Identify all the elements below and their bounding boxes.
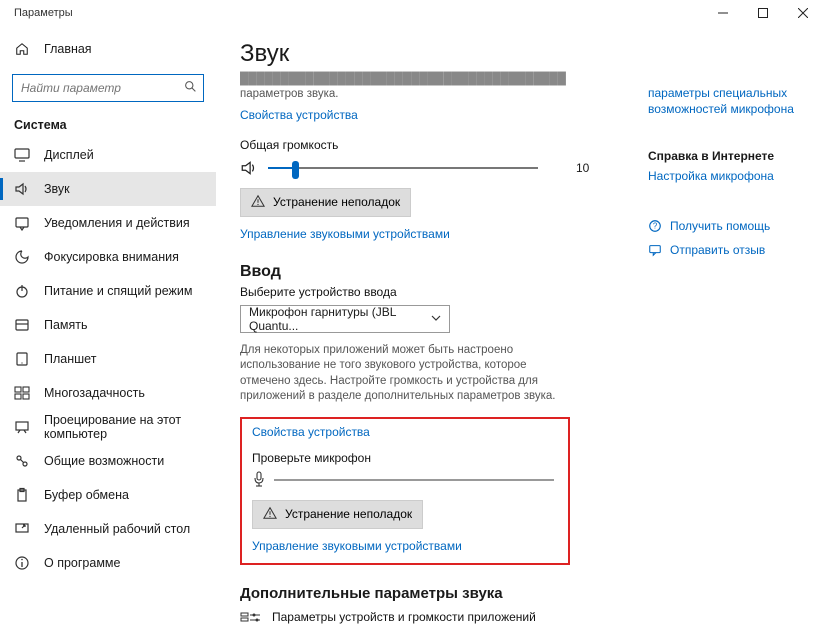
device-properties-link-2[interactable]: Свойства устройства xyxy=(252,425,370,439)
sidebar-item-power[interactable]: Питание и спящий режим xyxy=(0,274,216,308)
svg-text:?: ? xyxy=(653,221,658,230)
sidebar-item-label: Фокусировка внимания xyxy=(44,250,179,264)
focus-icon xyxy=(14,249,30,265)
feedback-link[interactable]: Отправить отзыв xyxy=(648,243,803,257)
volume-value: 10 xyxy=(576,161,589,175)
sidebar-item-label: Питание и спящий режим xyxy=(44,284,192,298)
input-device-selected: Микрофон гарнитуры (JBL Quantu... xyxy=(249,305,431,333)
tablet-icon xyxy=(14,351,30,367)
right-column: параметры специальныхвозможностей микроф… xyxy=(648,86,803,257)
clipped-text: ████████████████████████████████████████… xyxy=(240,72,560,102)
sidebar-item-label: О программе xyxy=(44,556,120,570)
mic-test-row xyxy=(252,471,558,490)
sidebar-item-label: Проецирование на этот компьютер xyxy=(44,413,216,441)
app-volume-icon xyxy=(240,612,262,625)
project-icon xyxy=(14,419,30,435)
warning-icon xyxy=(263,506,277,523)
input-choose-label: Выберите устройство ввода xyxy=(240,285,803,299)
home-label: Главная xyxy=(44,42,92,56)
accessibility-mic-link[interactable]: параметры специальныхвозможностей микроф… xyxy=(648,86,803,117)
sidebar-section-header: Система xyxy=(0,108,216,138)
sidebar-item-label: Звук xyxy=(44,182,70,196)
sidebar-item-label: Дисплей xyxy=(44,148,94,162)
troubleshoot-output-button[interactable]: Устранение неполадок xyxy=(240,188,411,217)
chevron-down-icon xyxy=(431,312,441,326)
content: Звук ███████████████████████████████████… xyxy=(216,26,823,625)
speaker-icon xyxy=(240,159,258,177)
app-volume-title: Параметры устройств и громкости приложен… xyxy=(272,610,552,624)
sidebar: Главная Система Дисплей Звук Уведомления и… xyxy=(0,26,216,625)
manage-sound-devices-link[interactable]: Управление звуковыми устройствами xyxy=(240,227,450,241)
help-icon: ? xyxy=(648,219,662,233)
clipboard-icon xyxy=(14,487,30,503)
power-icon xyxy=(14,283,30,299)
sidebar-item-about[interactable]: О программе xyxy=(0,546,216,580)
sidebar-item-project[interactable]: Проецирование на этот компьютер xyxy=(0,410,216,444)
maximize-icon xyxy=(758,8,768,18)
volume-slider[interactable] xyxy=(268,158,538,178)
sidebar-item-focus[interactable]: Фокусировка внимания xyxy=(0,240,216,274)
window-controls xyxy=(703,0,823,26)
input-note: Для некоторых приложений может быть наст… xyxy=(240,343,560,405)
notify-icon xyxy=(14,215,30,231)
sound-icon xyxy=(14,181,30,197)
sidebar-item-tablet[interactable]: Планшет xyxy=(0,342,216,376)
highlighted-section: Свойства устройства Проверьте микрофон У… xyxy=(240,417,570,565)
multitask-icon xyxy=(14,385,30,401)
help-heading: Справка в Интернете xyxy=(648,149,803,163)
home-icon xyxy=(14,41,30,57)
troubleshoot-input-button[interactable]: Устранение неполадок xyxy=(252,500,423,529)
microphone-icon xyxy=(252,471,266,490)
help-link-mic-setup[interactable]: Настройка микрофона xyxy=(648,169,803,185)
test-mic-label: Проверьте микрофон xyxy=(252,451,558,465)
sidebar-item-notify[interactable]: Уведомления и действия xyxy=(0,206,216,240)
search-input[interactable] xyxy=(19,80,184,96)
minimize-icon xyxy=(718,8,728,18)
sidebar-item-label: Буфер обмена xyxy=(44,488,129,502)
settings-window: Параметры Главная xyxy=(0,0,823,625)
warning-icon xyxy=(251,194,265,211)
maximize-button[interactable] xyxy=(743,0,783,26)
manage-sound-devices-link-2[interactable]: Управление звуковыми устройствами xyxy=(252,539,462,553)
sidebar-item-label: Общие возможности xyxy=(44,454,164,468)
page-title: Звук xyxy=(240,40,803,68)
sidebar-item-label: Многозадачность xyxy=(44,386,145,400)
search-container xyxy=(0,66,216,108)
input-heading: Ввод xyxy=(240,263,803,281)
remote-icon xyxy=(14,521,30,537)
sidebar-item-shared[interactable]: Общие возможности xyxy=(0,444,216,478)
search-icon xyxy=(184,80,197,96)
sidebar-item-display[interactable]: Дисплей xyxy=(0,138,216,172)
feedback-icon xyxy=(648,243,662,257)
advanced-heading: Дополнительные параметры звука xyxy=(240,585,803,602)
minimize-button[interactable] xyxy=(703,0,743,26)
sidebar-item-label: Память xyxy=(44,318,88,332)
window-title: Параметры xyxy=(14,7,73,19)
sidebar-item-label: Планшет xyxy=(44,352,96,366)
shared-icon xyxy=(14,453,30,469)
about-icon xyxy=(14,555,30,571)
close-icon xyxy=(798,8,808,18)
search-box[interactable] xyxy=(12,74,204,102)
storage-icon xyxy=(14,317,30,333)
sidebar-item-label: Удаленный рабочий стол xyxy=(44,522,190,536)
app-volume-item[interactable]: Параметры устройств и громкости приложен… xyxy=(240,610,803,625)
sidebar-item-clipboard[interactable]: Буфер обмена xyxy=(0,478,216,512)
sidebar-item-label: Уведомления и действия xyxy=(44,216,190,230)
mic-level-bar xyxy=(274,479,554,481)
sidebar-item-storage[interactable]: Память xyxy=(0,308,216,342)
input-device-select[interactable]: Микрофон гарнитуры (JBL Quantu... xyxy=(240,305,450,333)
titlebar: Параметры xyxy=(0,0,823,26)
home-button[interactable]: Главная xyxy=(0,32,216,66)
get-help-link[interactable]: ? Получить помощь xyxy=(648,219,803,233)
device-properties-link[interactable]: Свойства устройства xyxy=(240,108,358,122)
sidebar-item-multitask[interactable]: Многозадачность xyxy=(0,376,216,410)
display-icon xyxy=(14,147,30,163)
sidebar-item-remote[interactable]: Удаленный рабочий стол xyxy=(0,512,216,546)
sidebar-item-sound[interactable]: Звук xyxy=(0,172,216,206)
close-button[interactable] xyxy=(783,0,823,26)
